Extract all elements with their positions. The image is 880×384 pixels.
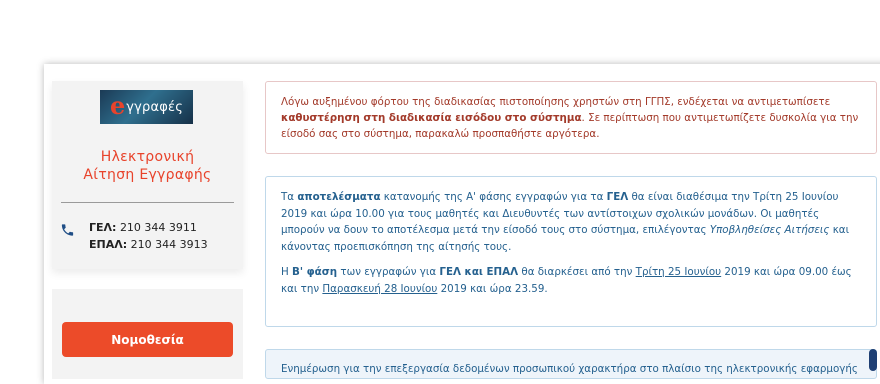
- legislation-button[interactable]: Νομοθεσία: [62, 322, 233, 357]
- logo-letter: e: [109, 91, 126, 120]
- info-text: θα διαρκέσει από την: [518, 266, 636, 278]
- phone-gel: ΓΕΛ: 210 344 3911: [89, 221, 197, 235]
- phone-epal-number: 210 344 3913: [130, 238, 208, 251]
- info-text: 2019 και ώρα 23.59.: [437, 282, 548, 295]
- phone-gel-label: ΓΕΛ:: [89, 221, 117, 234]
- phone-epal: ΕΠΑΛ: 210 344 3913: [89, 238, 208, 252]
- info-text: κατανομής της Α' φάσης εγγραφών για τα: [380, 191, 607, 203]
- alert-text: Λόγω αυξημένου φόρτου της διαδικασίας πι…: [281, 96, 831, 108]
- info-date-start: Τρίτη 25 Ιουνίου: [635, 266, 722, 278]
- results-paragraph: Τα αποτελέσματα κατανομής της Α' φάσης ε…: [281, 189, 862, 255]
- brand-title-line2: Αίτηση Εγγραφής: [83, 167, 212, 183]
- login-delay-alert: Λόγω αυξημένου φόρτου της διαδικασίας πι…: [265, 81, 877, 154]
- phone-gel-number: 210 344 3911: [119, 221, 197, 234]
- privacy-notice-text: Ενημέρωση για την επεξεργασία δεδομένων …: [281, 363, 858, 375]
- brand-title-line1: Ηλεκτρονική: [100, 149, 195, 165]
- phase-b-paragraph: Η Β' φάση των εγγραφών για ΓΕΛ και ΕΠΑΛ …: [281, 264, 862, 297]
- info-text: Η: [281, 266, 293, 278]
- info-bold-phase: Β' φάση: [292, 266, 338, 278]
- eggrafes-logo[interactable]: e γγραφές: [100, 90, 193, 124]
- info-text: Τα: [281, 191, 298, 203]
- info-date-end: Παρασκευή 28 Ιουνίου: [322, 282, 438, 295]
- brand-title: Ηλεκτρονική Αίτηση Εγγραφής: [52, 148, 243, 184]
- info-bold-results: αποτελέσματα: [297, 191, 381, 203]
- privacy-notice-alert: Ενημέρωση για την επεξεργασία δεδομένων …: [265, 349, 877, 379]
- info-text: των εγγραφών για: [337, 266, 440, 278]
- logo-word: γγραφές: [126, 99, 184, 115]
- phone-icon: [61, 224, 74, 236]
- info-italic-submitted: Υποβληθείσες Αιτήσεις: [709, 224, 830, 236]
- phone-epal-label: ΕΠΑΛ:: [89, 238, 128, 251]
- sidebar-divider: [61, 202, 234, 203]
- info-bold-gel: ΓΕΛ: [606, 191, 629, 203]
- info-bold-schools: ΓΕΛ και ΕΠΑΛ: [439, 266, 519, 278]
- scrollbar-thumb[interactable]: [869, 349, 877, 371]
- results-info-alert: Τα αποτελέσματα κατανομής της Α' φάσης ε…: [265, 176, 877, 327]
- alert-bold-text: καθυστέρηση στη διαδικασία εισόδου στο σ…: [281, 112, 582, 124]
